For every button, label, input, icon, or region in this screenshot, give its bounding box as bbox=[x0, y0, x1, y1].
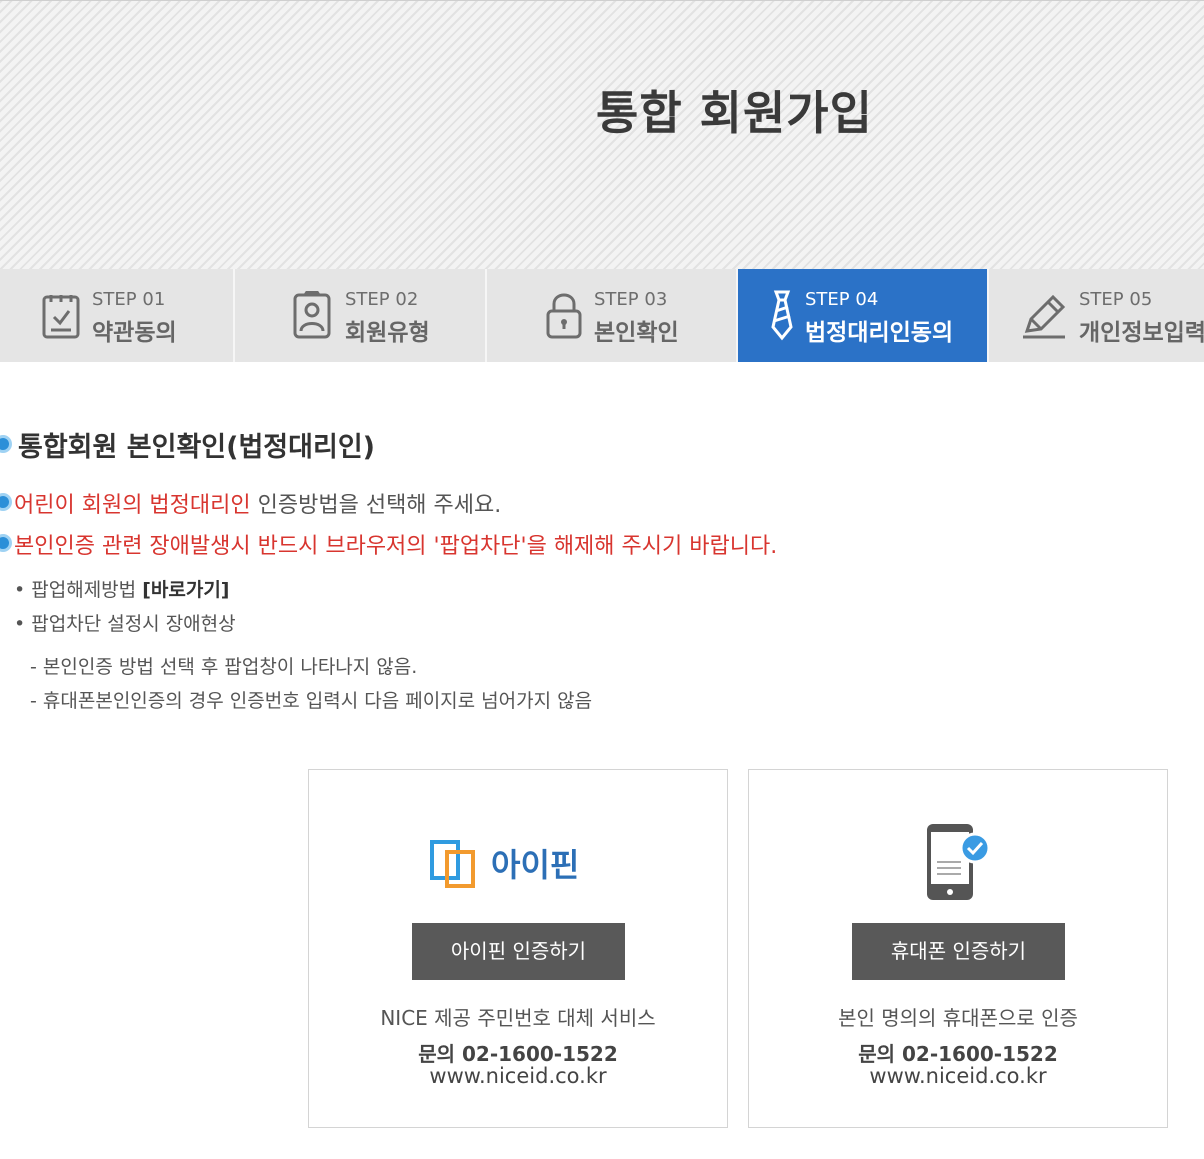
mobile-auth-card: 휴대폰 인증하기 본인 명의의 휴대폰으로 인증 문의 02-1600-1522… bbox=[748, 769, 1168, 1128]
step-03[interactable]: STEP 03 본인확인 bbox=[487, 269, 738, 362]
ipin-contact-url: www.niceid.co.kr bbox=[429, 1064, 607, 1088]
lock-icon bbox=[546, 293, 582, 339]
step-04[interactable]: STEP 04 법정대리인동의 bbox=[738, 269, 989, 362]
page-header-banner: 통합 회원가입 bbox=[0, 0, 1204, 269]
step-number: STEP 04 bbox=[805, 289, 879, 310]
popup-issue-detail: - 휴대폰본인인증의 경우 인증번호 입력시 다음 페이지로 넘어가지 않음 bbox=[30, 690, 593, 712]
notice-popup-warning: 본인인증 관련 장애발생시 반드시 브라우저의 '팝업차단'을 해제해 주시기 … bbox=[14, 534, 778, 559]
step-05[interactable]: STEP 05 개인정보입력 bbox=[989, 269, 1204, 362]
notice-highlight: 어린이 회원의 법정대리인 bbox=[14, 493, 251, 518]
notice-select-method: 어린이 회원의 법정대리인 인증방법을 선택해 주세요. bbox=[14, 487, 501, 519]
step-label: 법정대리인동의 bbox=[805, 320, 954, 346]
ipin-description: NICE 제공 주민번호 대체 서비스 bbox=[380, 1006, 656, 1030]
pencil-icon bbox=[1023, 294, 1066, 339]
step-01[interactable]: STEP 01 약관동의 bbox=[0, 269, 235, 362]
popup-issue-label: 팝업차단 설정시 장애현상 bbox=[31, 613, 236, 635]
popup-issue-detail: - 본인인증 방법 선택 후 팝업창이 나타나지 않음. bbox=[30, 656, 418, 678]
mobile-contact-url: www.niceid.co.kr bbox=[869, 1064, 1047, 1088]
step-number: STEP 05 bbox=[1079, 289, 1153, 310]
popup-issue-item: • 팝업차단 설정시 장애현상 bbox=[14, 609, 236, 636]
notice-bullet-icon bbox=[0, 534, 12, 552]
list-bullet-icon: • bbox=[14, 579, 26, 601]
popup-release-item: • 팝업해제방법 [바로가기] bbox=[14, 575, 230, 602]
popup-release-label: 팝업해제방법 bbox=[31, 579, 137, 601]
step-label: 약관동의 bbox=[92, 320, 177, 346]
mobile-contact-phone: 문의 02-1600-1522 bbox=[858, 1042, 1058, 1066]
ipin-auth-card: 아이핀 아이핀 인증하기 NICE 제공 주민번호 대체 서비스 문의 02-1… bbox=[308, 769, 728, 1128]
notice-bullet-icon bbox=[0, 493, 12, 511]
step-02[interactable]: STEP 02 회원유형 bbox=[235, 269, 487, 362]
section-title: 통합회원 본인확인(법정대리인) bbox=[18, 432, 375, 463]
svg-text:아이핀: 아이핀 bbox=[491, 846, 579, 884]
step-label: 본인확인 bbox=[594, 320, 679, 346]
mobile-description: 본인 명의의 휴대폰으로 인증 bbox=[838, 1006, 1078, 1030]
checklist-icon bbox=[42, 295, 80, 339]
ipin-contact-phone: 문의 02-1600-1522 bbox=[418, 1042, 618, 1066]
step-label: 개인정보입력 bbox=[1079, 320, 1204, 346]
mobile-auth-button[interactable]: 휴대폰 인증하기 bbox=[852, 923, 1065, 980]
ipin-auth-button[interactable]: 아이핀 인증하기 bbox=[412, 923, 625, 980]
step-number: STEP 02 bbox=[345, 289, 419, 310]
mobile-verify-icon bbox=[927, 824, 991, 900]
step-number: STEP 03 bbox=[594, 289, 668, 310]
tie-icon bbox=[771, 290, 793, 341]
step-number: STEP 01 bbox=[92, 289, 166, 310]
popup-release-link[interactable]: [바로가기] bbox=[142, 579, 229, 601]
section-bullet-icon bbox=[0, 435, 12, 453]
notice-text: 인증방법을 선택해 주세요. bbox=[250, 493, 502, 518]
ipin-logo: 아이핀 bbox=[430, 840, 579, 888]
signup-steps: STEP 01 약관동의 STEP 02 회원유형 STEP 03 본인확인 S… bbox=[0, 269, 1204, 362]
list-bullet-icon: • bbox=[14, 613, 26, 635]
member-icon bbox=[293, 291, 331, 339]
page-title: 통합 회원가입 bbox=[596, 86, 873, 140]
step-label: 회원유형 bbox=[345, 320, 430, 346]
